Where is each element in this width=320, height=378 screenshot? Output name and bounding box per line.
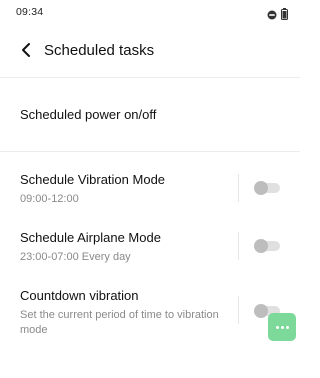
chevron-left-icon: [20, 42, 32, 63]
header: Scheduled tasks: [0, 26, 300, 78]
section-divider: [0, 151, 300, 152]
toggle-switch[interactable]: [254, 181, 280, 195]
more-dot: [285, 325, 289, 329]
list-item-title: Schedule Vibration Mode: [20, 172, 166, 187]
dnd-icon: [267, 7, 277, 25]
list-item-schedule-vibration[interactable]: Schedule Vibration Mode 09:00-12:00: [0, 160, 300, 216]
row-separator: [238, 174, 239, 202]
list-item-title: Scheduled power on/off: [20, 107, 157, 122]
more-dot: [280, 325, 284, 329]
toggle-knob: [254, 304, 268, 318]
floating-more-button[interactable]: [268, 313, 296, 341]
list-item-title: Schedule Airplane Mode: [20, 230, 161, 245]
page-title: Scheduled tasks: [44, 42, 155, 59]
list-item-schedule-airplane[interactable]: Schedule Airplane Mode 23:00-07:00 Every…: [0, 218, 300, 274]
list-item-subtitle: Set the current period of time to vibrat…: [20, 309, 219, 336]
status-bar: 09:34: [0, 0, 300, 26]
toggle-switch[interactable]: [254, 239, 280, 253]
status-time: 09:34: [16, 6, 44, 18]
row-separator: [238, 296, 239, 324]
more-dots-icon: [275, 325, 279, 329]
status-icons: [267, 7, 288, 25]
battery-icon: [281, 7, 288, 25]
toggle-knob: [254, 239, 268, 253]
row-separator: [238, 232, 239, 260]
list-item-scheduled-power[interactable]: Scheduled power on/off: [0, 78, 300, 151]
list-item-subtitle: 23:00-07:00 Every day: [20, 251, 131, 263]
back-button[interactable]: [14, 40, 38, 64]
toggle-knob: [254, 181, 268, 195]
list-item-countdown-vibration[interactable]: Countdown vibration Set the current peri…: [0, 276, 300, 346]
list-item-title: Countdown vibration: [20, 288, 139, 303]
list-item-subtitle: 09:00-12:00: [20, 193, 79, 205]
